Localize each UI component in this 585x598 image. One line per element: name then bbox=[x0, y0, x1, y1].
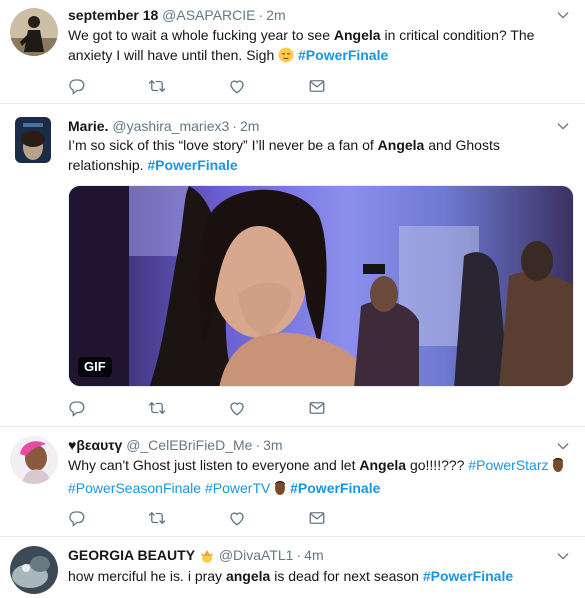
avatar[interactable] bbox=[10, 546, 58, 594]
tweet-text: I’m so sick of this “love story” I’ll ne… bbox=[68, 135, 568, 175]
hashtag-link[interactable]: #PowerSeasonFinale bbox=[68, 480, 201, 496]
message-icon bbox=[308, 399, 326, 417]
hashtag-link[interactable]: #PowerTV bbox=[205, 480, 270, 496]
display-name[interactable]: ♥βεαυτγ bbox=[68, 437, 122, 453]
like-button[interactable] bbox=[228, 508, 308, 528]
tweet-text: how merciful he is. i pray angela is dea… bbox=[68, 566, 568, 586]
retweet-button[interactable] bbox=[148, 76, 228, 96]
tweet-header: september 18 @ASAPARCIE · 2m bbox=[68, 6, 286, 24]
retweet-button[interactable] bbox=[148, 508, 228, 528]
message-icon bbox=[308, 77, 326, 95]
tweet-header: Marie. @yashira_mariex3 · 2m bbox=[68, 117, 259, 135]
chevron-down-icon[interactable] bbox=[555, 7, 571, 23]
tweet-header: ♥βεαυτγ @_CelEBriFieD_Me · 3m bbox=[68, 436, 283, 454]
tweet[interactable]: ♥βεαυτγ @_CelEBriFieD_Me · 3m Why can't Gh… bbox=[0, 428, 585, 537]
user-handle[interactable]: @DivaATL1 bbox=[219, 547, 294, 563]
keyword: Angela bbox=[359, 457, 407, 473]
relieved-face-emoji-icon bbox=[278, 47, 294, 68]
tweet-text: We got to wait a whole fucking year to s… bbox=[68, 25, 568, 68]
user-handle[interactable]: @ASAPARCIE bbox=[162, 7, 255, 23]
timestamp[interactable]: 2m bbox=[266, 7, 285, 23]
keyword: Angela bbox=[333, 27, 381, 43]
message-icon bbox=[308, 509, 326, 527]
tweet[interactable]: GEORGIA BEAUTY @DivaATL1 · 4m how merciful… bbox=[0, 538, 585, 598]
reply-icon bbox=[68, 509, 86, 527]
display-name[interactable]: GEORGIA BEAUTY bbox=[68, 547, 195, 563]
timestamp[interactable]: 2m bbox=[240, 118, 259, 134]
man-emoji-icon bbox=[552, 457, 564, 478]
display-name[interactable]: Marie. bbox=[68, 118, 108, 134]
separator: · bbox=[255, 437, 261, 453]
tweet-actions bbox=[68, 398, 388, 418]
retweet-icon bbox=[148, 399, 166, 417]
keyword: angela bbox=[225, 568, 271, 584]
chevron-down-icon[interactable] bbox=[555, 438, 571, 454]
text-part: how merciful he is. i pray bbox=[68, 568, 226, 584]
avatar[interactable] bbox=[10, 8, 58, 56]
tweet-header: GEORGIA BEAUTY @DivaATL1 · 4m bbox=[68, 546, 324, 567]
gif-thumbnail-image bbox=[69, 186, 573, 386]
retweet-button[interactable] bbox=[148, 398, 228, 418]
separator: · bbox=[258, 7, 264, 23]
like-button[interactable] bbox=[228, 76, 308, 96]
hashtag-link[interactable]: #PowerFinale bbox=[298, 47, 388, 63]
text-part: We got to wait a whole fucking year to s… bbox=[68, 27, 334, 43]
avatar[interactable] bbox=[15, 117, 51, 163]
gif-media[interactable]: GIF bbox=[68, 185, 574, 387]
reply-icon bbox=[68, 77, 86, 95]
reply-icon bbox=[68, 399, 86, 417]
chevron-down-icon[interactable] bbox=[555, 118, 571, 134]
tweet-actions bbox=[68, 508, 388, 528]
separator: · bbox=[296, 547, 302, 563]
gif-badge: GIF bbox=[78, 357, 112, 377]
tweet-text: Why can't Ghost just listen to everyone … bbox=[68, 455, 568, 501]
like-icon bbox=[228, 399, 246, 417]
timestamp[interactable]: 3m bbox=[263, 437, 282, 453]
message-button[interactable] bbox=[308, 508, 388, 528]
text-part: go!!!!??? bbox=[406, 457, 469, 473]
hashtag-link[interactable]: #PowerFinale bbox=[147, 157, 237, 173]
message-button[interactable] bbox=[308, 76, 388, 96]
like-icon bbox=[228, 77, 246, 95]
text-part: is dead for next season bbox=[270, 568, 423, 584]
tweet-actions bbox=[68, 76, 388, 96]
user-handle[interactable]: @_CelEBriFieD_Me bbox=[126, 437, 252, 453]
keyword: Angela bbox=[377, 137, 425, 153]
hashtag-link[interactable]: #PowerFinale bbox=[423, 568, 513, 584]
display-name[interactable]: september 18 bbox=[68, 7, 158, 23]
message-button[interactable] bbox=[308, 398, 388, 418]
timestamp[interactable]: 4m bbox=[304, 547, 323, 563]
text-part: I’m so sick of this “love story” I’ll ne… bbox=[68, 137, 378, 153]
separator: · bbox=[232, 118, 237, 134]
retweet-icon bbox=[148, 77, 166, 95]
hashtag-link[interactable]: #PowerStarz bbox=[468, 457, 548, 473]
like-button[interactable] bbox=[228, 398, 308, 418]
tweet[interactable]: Marie. @yashira_mariex3 · 2m I’m so sick o… bbox=[0, 105, 585, 427]
reply-button[interactable] bbox=[68, 76, 148, 96]
retweet-icon bbox=[148, 509, 166, 527]
reply-button[interactable] bbox=[68, 398, 148, 418]
man-emoji-icon bbox=[274, 480, 286, 501]
reply-button[interactable] bbox=[68, 508, 148, 528]
like-icon bbox=[228, 509, 246, 527]
crown-face-emoji-icon bbox=[199, 549, 215, 567]
user-handle[interactable]: @yashira_mariex3 bbox=[112, 118, 229, 134]
hashtag-link[interactable]: #PowerFinale bbox=[290, 480, 380, 496]
avatar[interactable] bbox=[10, 436, 58, 484]
chevron-down-icon[interactable] bbox=[555, 548, 571, 564]
text-part: Why can't Ghost just listen to everyone … bbox=[68, 457, 360, 473]
tweet[interactable]: september 18 @ASAPARCIE · 2m We got to wai… bbox=[0, 0, 585, 104]
